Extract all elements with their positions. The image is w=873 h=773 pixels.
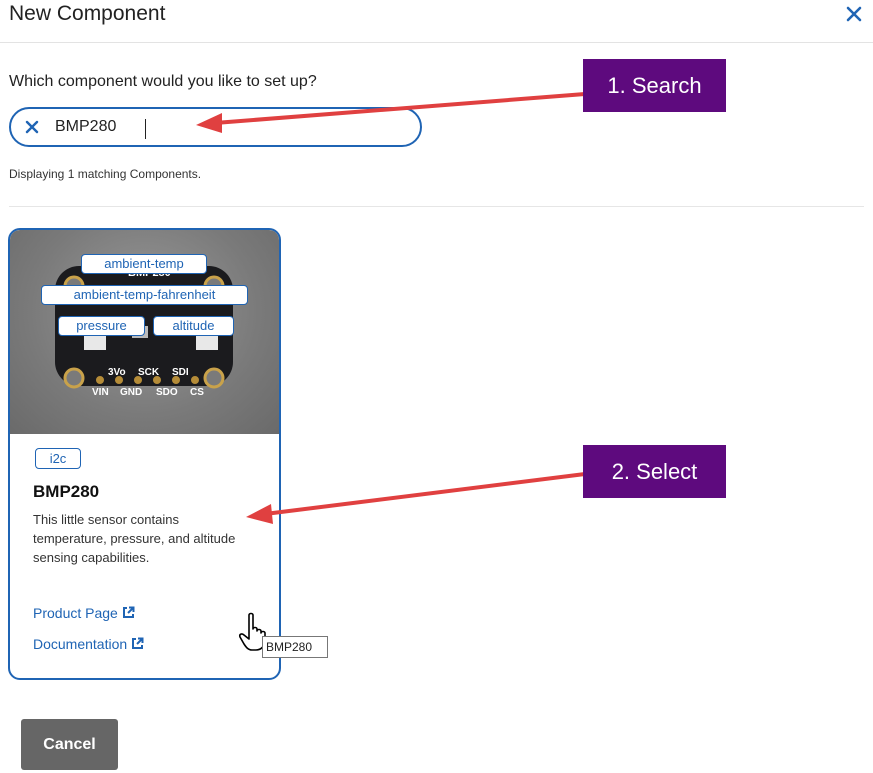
product-page-link-label: Product Page — [33, 605, 118, 621]
product-page-link[interactable]: Product Page — [33, 605, 135, 621]
search-input[interactable] — [55, 115, 395, 139]
dialog-header: New Component — [0, 0, 873, 43]
pin-label-gnd: GND — [120, 387, 142, 398]
external-link-icon — [132, 637, 144, 649]
clear-search-icon[interactable] — [25, 120, 39, 134]
component-description: This little sensor contains temperature,… — [33, 512, 236, 565]
close-icon[interactable] — [845, 5, 863, 23]
component-search-box[interactable] — [9, 107, 422, 147]
step-1-callout: 1. Search — [583, 59, 726, 112]
dialog-title: New Component — [9, 2, 166, 25]
capability-tag: altitude — [153, 316, 234, 336]
capability-tag: ambient-temp — [81, 254, 207, 274]
select-arrow — [264, 472, 586, 516]
matching-count-text: Displaying 1 matching Components. — [9, 167, 202, 181]
pin-label-sck: SCK — [138, 367, 160, 378]
tooltip: BMP280 — [262, 636, 328, 658]
divider — [9, 206, 864, 207]
capability-tag: ambient-temp-fahrenheit — [41, 285, 248, 305]
text-caret — [145, 119, 146, 139]
step-2-callout: 2. Select — [583, 445, 726, 498]
pin-label-vin: VIN — [92, 387, 109, 398]
documentation-link[interactable]: Documentation — [33, 636, 144, 652]
pin-label-sdi: SDI — [172, 367, 189, 378]
pin-label-cs: CS — [190, 387, 204, 398]
component-image: 3Vo SCK SDI VIN GND SDO CS BMP280 ambien… — [10, 230, 279, 434]
documentation-link-label: Documentation — [33, 636, 128, 652]
pin-label-sdo: SDO — [156, 387, 178, 398]
external-link-icon — [122, 606, 135, 618]
cancel-button[interactable]: Cancel — [21, 719, 118, 770]
component-name: BMP280 — [33, 482, 100, 501]
search-question-label: Which component would you like to set up… — [9, 73, 317, 90]
pin-label-3vo: 3Vo — [108, 367, 126, 378]
protocol-tag: i2c — [35, 448, 81, 469]
capability-tag: pressure — [58, 316, 145, 336]
